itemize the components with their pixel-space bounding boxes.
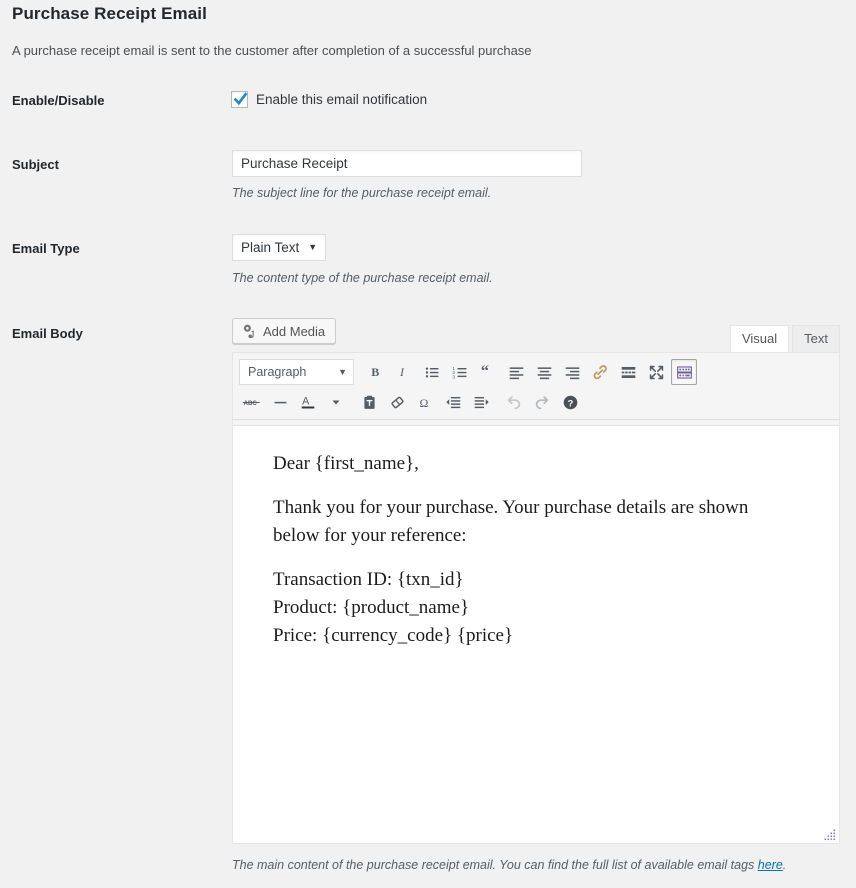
wysiwyg-editor: Paragraph ▼ B I 1 2 3 “ ABC A Ω ? Dear {… — [232, 352, 840, 844]
svg-text:?: ? — [567, 398, 573, 408]
text-color-dropdown[interactable] — [323, 389, 349, 415]
email-tags-link[interactable]: here — [758, 858, 783, 872]
align-left-button[interactable] — [503, 359, 529, 385]
enable-notification-checkbox[interactable] — [231, 91, 248, 108]
strikethrough-icon: ABC — [242, 400, 260, 407]
align-right-button[interactable] — [559, 359, 585, 385]
link-icon — [593, 365, 607, 380]
toolbar-toggle-button[interactable] — [671, 359, 697, 385]
clear-formatting-button[interactable] — [384, 389, 410, 415]
undo-button[interactable] — [501, 389, 527, 415]
read-more-icon — [621, 366, 635, 378]
enable-notification-label: Enable this email notification — [256, 92, 428, 107]
italic-button[interactable]: I — [391, 359, 417, 385]
text-color-button[interactable]: A — [295, 389, 321, 415]
svg-text:ABC: ABC — [244, 400, 258, 407]
svg-text:I: I — [399, 365, 405, 379]
enable-disable-label: Enable/Disable — [12, 93, 105, 108]
svg-text:B: B — [371, 365, 379, 379]
body-paragraph-price: Price: {currency_code} {price} — [273, 625, 514, 646]
email-body-label: Email Body — [12, 326, 83, 341]
chevron-down-icon — [332, 400, 340, 405]
email-type-select[interactable]: Plain Text ▼ — [232, 234, 327, 261]
email-body-editor-area[interactable]: Dear {first_name}, Thank you for your pu… — [233, 425, 839, 843]
subject-label: Subject — [12, 157, 59, 172]
numbered-list-icon: 1 2 3 — [452, 365, 466, 379]
paragraph-format-value: Paragraph — [248, 365, 307, 379]
align-left-icon — [509, 366, 523, 379]
chevron-down-icon: ▼ — [308, 242, 318, 252]
horizontal-rule-icon — [274, 401, 286, 403]
strikethrough-button[interactable]: ABC — [239, 389, 265, 415]
svg-text:A: A — [302, 396, 310, 408]
text-color-icon: A — [301, 396, 315, 409]
blockquote-icon: “ — [480, 364, 488, 380]
eraser-icon — [390, 396, 404, 408]
svg-text:“: “ — [480, 364, 488, 380]
align-right-icon — [565, 366, 579, 379]
chevron-down-icon: ▼ — [338, 367, 347, 377]
decrease-indent-button[interactable] — [440, 389, 466, 415]
omega-icon: Ω — [419, 395, 428, 409]
blockquote-button[interactable]: “ — [475, 359, 501, 385]
tab-text[interactable]: Text — [792, 325, 840, 352]
keyboard-toolbar-toggle-icon — [676, 365, 692, 379]
email-type-description: The content type of the purchase receipt… — [232, 271, 493, 285]
editor-toolbar: Paragraph ▼ B I 1 2 3 “ ABC A Ω ? — [233, 353, 839, 420]
bold-icon: B — [371, 365, 379, 379]
editor-toolbar-row-1: Paragraph ▼ B I 1 2 3 “ — [236, 357, 836, 387]
paragraph-format-select[interactable]: Paragraph ▼ — [239, 359, 354, 385]
add-media-icon — [243, 324, 254, 339]
bulleted-list-button[interactable] — [419, 359, 445, 385]
email-type-label: Email Type — [12, 241, 80, 256]
keyboard-shortcuts-button[interactable]: ? — [557, 389, 583, 415]
outdent-icon — [445, 396, 460, 408]
body-paragraph-thanks-line1: Thank you for your purchase. Your purcha… — [273, 497, 749, 518]
indent-icon — [474, 396, 489, 408]
read-more-button[interactable] — [615, 359, 641, 385]
editor-mode-tabs: Visual Text — [729, 324, 840, 352]
body-paragraph-thanks-line2: below for your reference: — [273, 525, 467, 546]
italic-icon: I — [399, 365, 405, 379]
enable-notification-row: Enable this email notification — [231, 91, 427, 108]
align-center-button[interactable] — [531, 359, 557, 385]
email-body-description: The main content of the purchase receipt… — [232, 858, 786, 872]
email-type-selected-value: Plain Text — [241, 240, 300, 255]
email-body-description-prefix: The main content of the purchase receipt… — [232, 858, 758, 872]
undo-icon — [507, 396, 521, 410]
subject-input[interactable] — [232, 150, 582, 177]
body-paragraph-greeting: Dear {first_name}, — [273, 453, 419, 474]
insert-link-button[interactable] — [587, 359, 613, 385]
redo-button[interactable] — [529, 389, 555, 415]
horizontal-line-button[interactable] — [267, 389, 293, 415]
body-paragraph-product: Product: {product_name} — [273, 597, 470, 618]
checkmark-icon — [233, 92, 248, 106]
fullscreen-button[interactable] — [643, 359, 669, 385]
add-media-label: Add Media — [263, 323, 326, 339]
subject-description: The subject line for the purchase receip… — [232, 186, 492, 200]
svg-text:3: 3 — [452, 374, 455, 379]
body-paragraph-transaction: Transaction ID: {txn_id} — [273, 569, 464, 590]
add-media-button[interactable]: Add Media — [232, 318, 337, 344]
redo-icon — [535, 396, 549, 410]
increase-indent-button[interactable] — [468, 389, 494, 415]
page-description: A purchase receipt email is sent to the … — [12, 43, 532, 58]
help-icon: ? — [563, 395, 577, 409]
editor-resize-handle[interactable] — [823, 827, 837, 841]
special-character-button[interactable]: Ω — [412, 389, 438, 415]
fullscreen-icon — [649, 365, 663, 379]
page-title: Purchase Receipt Email — [12, 4, 207, 23]
tab-visual[interactable]: Visual — [729, 325, 790, 352]
clipboard-icon — [363, 395, 375, 409]
svg-text:Ω: Ω — [419, 395, 428, 409]
numbered-list-button[interactable]: 1 2 3 — [447, 359, 473, 385]
align-center-icon — [537, 366, 551, 379]
bullet-list-icon — [425, 366, 438, 378]
editor-toolbar-row-2: ABC A Ω ? — [236, 387, 836, 417]
bold-button[interactable]: B — [363, 359, 389, 385]
email-body-description-suffix: . — [782, 858, 787, 872]
paste-as-text-button[interactable] — [356, 389, 382, 415]
